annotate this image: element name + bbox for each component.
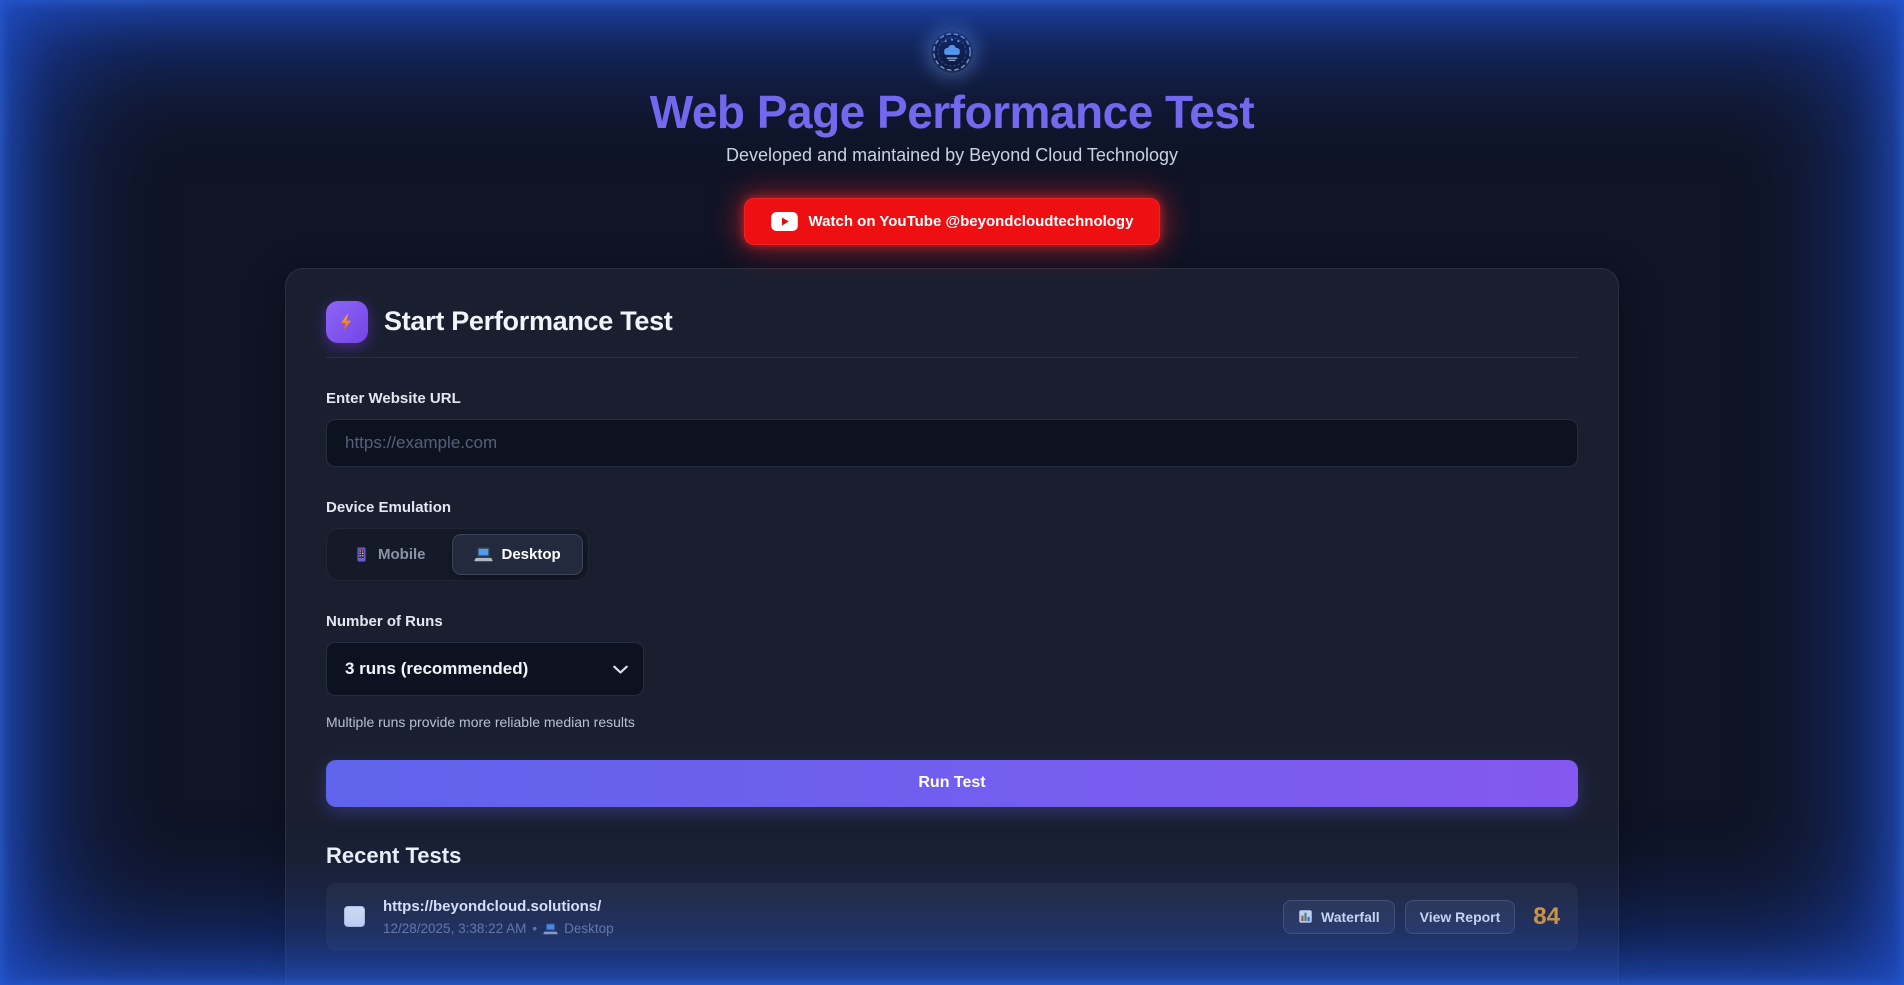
url-input[interactable] [326, 419, 1578, 467]
url-field: Enter Website URL [326, 390, 1578, 467]
page-title: Web Page Performance Test [285, 86, 1619, 139]
url-label: Enter Website URL [326, 390, 1578, 407]
runs-help-text: Multiple runs provide more reliable medi… [326, 714, 1578, 730]
bar-chart-icon [1298, 909, 1313, 924]
waterfall-button-label: Waterfall [1321, 909, 1380, 925]
laptop-icon [474, 546, 493, 562]
device-option-mobile[interactable]: Mobile [332, 534, 448, 575]
runs-field: Number of Runs 3 runs (recommended) Mult… [326, 613, 1578, 730]
test-info: https://beyondcloud.solutions/ 12/28/202… [383, 898, 1283, 936]
youtube-button[interactable]: Watch on YouTube @beyondcloudtechnology [744, 198, 1161, 245]
card-header: Start Performance Test [326, 301, 1578, 343]
test-timestamp: 12/28/2025, 3:38:22 AM [383, 921, 526, 936]
run-test-button[interactable]: Run Test [326, 760, 1578, 807]
test-device: Desktop [564, 921, 614, 936]
test-score: 84 [1533, 903, 1560, 931]
runs-label: Number of Runs [326, 613, 1578, 630]
divider [326, 357, 1578, 358]
test-meta: 12/28/2025, 3:38:22 AM • Desktop [383, 921, 1283, 936]
view-report-button[interactable]: View Report [1405, 900, 1516, 934]
youtube-button-label: Watch on YouTube @beyondcloudtechnology [809, 213, 1134, 230]
recent-tests-heading: Recent Tests [326, 843, 1578, 869]
test-url: https://beyondcloud.solutions/ [383, 898, 1283, 915]
runs-select-wrap: 3 runs (recommended) [326, 642, 644, 696]
page-subtitle: Developed and maintained by Beyond Cloud… [285, 145, 1619, 166]
waterfall-button[interactable]: Waterfall [1283, 900, 1395, 934]
card-title: Start Performance Test [384, 306, 673, 337]
mobile-phone-icon [354, 546, 369, 563]
performance-test-card: Start Performance Test Enter Website URL… [285, 268, 1619, 985]
device-label: Device Emulation [326, 499, 1578, 516]
recent-test-row: https://beyondcloud.solutions/ 12/28/202… [326, 883, 1578, 951]
page-header: Web Page Performance Test Developed and … [285, 30, 1619, 245]
device-field: Device Emulation [326, 499, 1578, 581]
test-checkbox[interactable] [344, 906, 365, 927]
device-option-mobile-label: Mobile [378, 546, 426, 563]
youtube-icon [771, 212, 798, 231]
page-content: Web Page Performance Test Developed and … [285, 0, 1619, 985]
device-option-desktop[interactable]: Desktop [452, 534, 583, 575]
brand-logo-icon [930, 30, 974, 74]
lightning-icon [326, 301, 368, 343]
runs-select[interactable]: 3 runs (recommended) [326, 642, 644, 696]
device-option-desktop-label: Desktop [502, 546, 561, 563]
meta-separator: • [532, 921, 537, 936]
laptop-icon [543, 922, 558, 935]
device-toggle-group: Mobile Desktop [326, 528, 589, 581]
test-actions: Waterfall View Report 84 [1283, 900, 1560, 934]
